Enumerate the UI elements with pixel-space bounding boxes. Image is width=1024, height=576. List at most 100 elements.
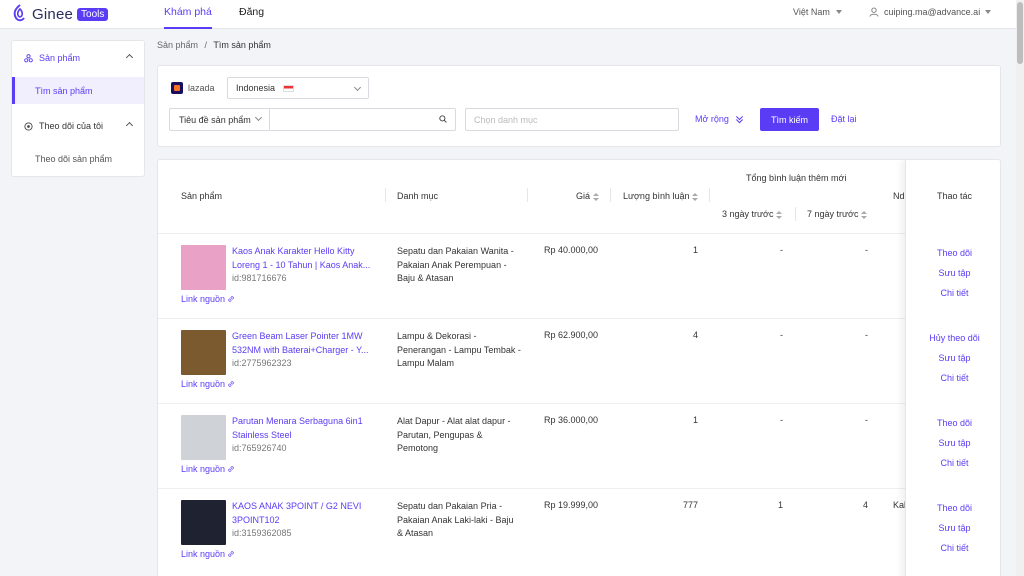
chevron-down-icon — [254, 113, 263, 122]
follow-button[interactable]: Theo dõi — [906, 418, 1000, 428]
source-link-label: Link nguồn — [181, 464, 226, 474]
product-id: id:981716676 — [232, 273, 287, 283]
search-icon[interactable] — [439, 115, 447, 123]
country-value: Indonesia — [236, 83, 276, 93]
sort-icon[interactable] — [692, 192, 699, 201]
sidebar-group-products[interactable]: Sản phẩm — [12, 43, 144, 73]
breadcrumb-current: Tìm sản phẩm — [213, 40, 271, 50]
filter-panel: lazada Indonesia Tiêu đề sản phẩm Mở rộn… — [157, 65, 1001, 147]
sidebar-item-find-products[interactable]: Tìm sản phẩm — [12, 77, 144, 104]
detail-button[interactable]: Chi tiết — [906, 458, 1000, 468]
top-bar: Ginee Tools Khám phá Đăng Việt Nam cuipi… — [0, 0, 1016, 29]
scrollbar-thumb[interactable] — [1017, 2, 1023, 64]
chevron-up-icon — [125, 53, 134, 62]
header-price-label: Giá — [576, 191, 591, 201]
source-link[interactable]: Link nguồn — [181, 549, 235, 559]
breadcrumb-separator: / — [204, 40, 208, 50]
source-link-label: Link nguồn — [181, 294, 226, 304]
reviews-7-days: - — [865, 245, 868, 255]
product-name-link[interactable]: Green Beam Laser Pointer 1MW 532NM with … — [232, 330, 377, 357]
platform-indicator: lazada — [171, 82, 215, 94]
column-divider — [610, 188, 611, 202]
header-3-days[interactable]: 3 ngày trước — [722, 209, 783, 219]
reviews-7-days: 4 — [862, 500, 868, 510]
product-thumbnail — [181, 245, 226, 290]
product-name-link[interactable]: Parutan Menara Serbaguna 6in1 Stainless … — [232, 415, 377, 442]
sort-icon[interactable] — [593, 192, 600, 201]
product-thumbnail — [181, 415, 226, 460]
user-icon — [869, 7, 879, 17]
reset-button[interactable]: Đặt lại — [831, 114, 857, 124]
table-row: Kaos Anak Karakter Hello Kitty Loreng 1 … — [158, 234, 1000, 319]
collect-button[interactable]: Sưu tập — [906, 268, 1000, 278]
product-name-link[interactable]: KAOS ANAK 3POINT / G2 NEVI 3POINT102 — [232, 500, 377, 527]
search-input[interactable] — [271, 109, 437, 130]
user-menu[interactable]: cuiping.ma@advance.ai — [869, 7, 992, 17]
header-new-reviews: Tổng bình luận thêm mới — [746, 173, 847, 183]
follow-button[interactable]: Theo dõi — [906, 248, 1000, 258]
caret-down-icon — [985, 10, 992, 14]
header-price[interactable]: Giá — [576, 191, 600, 201]
tab-explore[interactable]: Khám phá — [164, 6, 212, 29]
page-scrollbar[interactable] — [1016, 0, 1024, 576]
reviews-7-days: - — [865, 415, 868, 425]
detail-button[interactable]: Chi tiết — [906, 288, 1000, 298]
ginee-logo-icon — [13, 4, 25, 22]
search-button[interactable]: Tìm kiếm — [760, 108, 819, 131]
product-name-link[interactable]: Kaos Anak Karakter Hello Kitty Loreng 1 … — [232, 245, 377, 272]
country-select[interactable]: Indonesia — [227, 77, 369, 99]
breadcrumb-parent[interactable]: Sản phẩm — [157, 40, 198, 50]
header-reviews[interactable]: Lượng bình luận — [623, 191, 699, 201]
ginee-logo[interactable]: Ginee Tools — [11, 4, 109, 24]
column-divider — [709, 188, 710, 202]
follow-button[interactable]: Theo dõi — [906, 503, 1000, 513]
link-icon — [228, 466, 234, 472]
actions-column: Thao tác Theo dõi Sưu tập Chi tiết Hủy t… — [905, 160, 1000, 576]
sidebar-group-label: Sản phẩm — [39, 53, 81, 63]
product-category: Sepatu dan Pakaian Pria - Pakaian Anak L… — [397, 501, 514, 538]
collect-button[interactable]: Sưu tập — [906, 438, 1000, 448]
caret-down-icon — [835, 10, 842, 14]
collect-button[interactable]: Sưu tập — [906, 523, 1000, 533]
indonesia-flag-icon — [283, 84, 295, 92]
reviews-3-days: 1 — [777, 500, 783, 510]
search-type-select[interactable]: Tiêu đề sản phẩm — [170, 109, 270, 130]
sort-icon[interactable] — [861, 210, 868, 219]
product-price: Rp 62.900,00 — [544, 330, 599, 340]
chevron-up-icon — [125, 121, 134, 130]
sidebar: Sản phẩm Tìm sản phẩm Theo dõi của tôi T… — [11, 40, 145, 177]
source-link[interactable]: Link nguồn — [181, 294, 235, 304]
category-input[interactable] — [465, 108, 679, 131]
unfollow-button[interactable]: Hủy theo dõi — [906, 333, 1000, 343]
column-divider — [527, 188, 528, 202]
source-link-label: Link nguồn — [181, 379, 226, 389]
review-count: 4 — [692, 330, 698, 340]
header-7-days[interactable]: 7 ngày trước — [807, 209, 868, 219]
double-chevron-down-icon — [735, 115, 743, 123]
language-select[interactable]: Việt Nam — [793, 7, 842, 17]
reviews-3-days: - — [780, 415, 783, 425]
header-product: Sản phẩm — [181, 191, 223, 201]
product-thumbnail — [181, 330, 226, 375]
link-icon — [228, 551, 234, 557]
expand-filters-button[interactable]: Mở rộng — [695, 114, 744, 124]
breadcrumb: Sản phẩm / Tìm sản phẩm — [157, 40, 271, 50]
language-label: Việt Nam — [793, 7, 830, 17]
table-row: Green Beam Laser Pointer 1MW 532NM with … — [158, 319, 1000, 404]
follow-icon — [24, 121, 33, 131]
sidebar-item-follow-products[interactable]: Theo dõi sản phẩm — [12, 145, 144, 172]
tab-publish[interactable]: Đăng — [239, 6, 264, 29]
sidebar-group-my-follows[interactable]: Theo dõi của tôi — [12, 111, 144, 141]
column-divider — [385, 188, 386, 202]
source-link[interactable]: Link nguồn — [181, 379, 235, 389]
detail-button[interactable]: Chi tiết — [906, 373, 1000, 383]
detail-button[interactable]: Chi tiết — [906, 543, 1000, 553]
product-id: id:765926740 — [232, 443, 287, 453]
review-count: 1 — [692, 245, 698, 255]
source-link[interactable]: Link nguồn — [181, 464, 235, 474]
product-price: Rp 36.000,00 — [544, 415, 599, 425]
collect-button[interactable]: Sưu tập — [906, 353, 1000, 363]
products-icon — [24, 53, 33, 62]
logo-text: Ginee — [32, 5, 74, 23]
sort-icon[interactable] — [776, 210, 783, 219]
